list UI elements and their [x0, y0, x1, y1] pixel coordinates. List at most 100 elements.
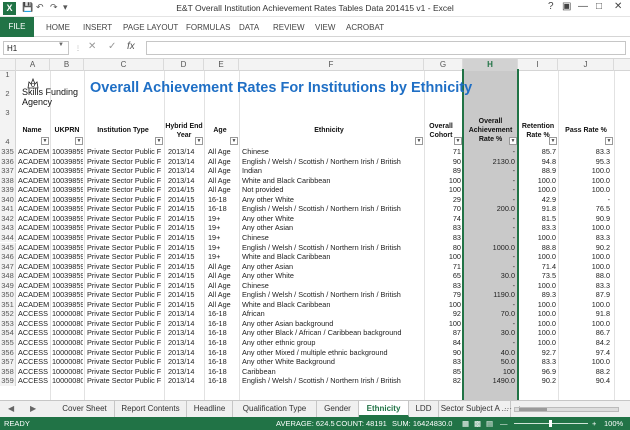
table-cell-ukprn[interactable]: 10039859 — [52, 166, 83, 175]
table-cell-cohort[interactable]: 82 — [424, 376, 461, 385]
row-header[interactable]: 356 — [0, 347, 16, 358]
row-header[interactable]: 4 — [0, 117, 16, 147]
table-cell-name[interactable]: ACCESS T — [18, 367, 49, 376]
table-cell-name[interactable]: ACADEM — [18, 281, 49, 290]
table-cell-year[interactable]: 2014/15 — [168, 271, 203, 280]
table-cell-eth[interactable]: English / Welsh / Scottish / Northern Ir… — [242, 290, 422, 299]
tab-formulas[interactable]: FORMULAS — [186, 23, 230, 32]
minimize-icon[interactable]: — — [578, 1, 588, 12]
table-cell-ret[interactable]: 71.4 — [518, 262, 556, 271]
sheet-tab-ethnicity[interactable]: Ethnicity — [359, 401, 409, 417]
table-cell-ret[interactable]: 81.5 — [518, 214, 556, 223]
table-cell-oar[interactable]: 50.0 — [463, 357, 515, 366]
tab-page-layout[interactable]: PAGE LAYOUT — [123, 23, 178, 32]
table-cell-pass[interactable]: 86.7 — [558, 328, 610, 337]
table-cell-eth[interactable]: Chinese — [242, 233, 422, 242]
table-cell-name[interactable]: ACADEM — [18, 262, 49, 271]
table-cell-oar[interactable]: - — [463, 338, 515, 347]
table-cell-ukprn[interactable]: 10039859 — [52, 185, 83, 194]
table-cell-oar[interactable]: - — [463, 300, 515, 309]
row-header[interactable]: 1 — [0, 71, 16, 79]
row-header[interactable]: 335 — [0, 147, 16, 157]
row-header[interactable]: 351 — [0, 299, 16, 310]
table-cell-cohort[interactable]: 74 — [424, 214, 461, 223]
table-cell-cohort[interactable]: 29 — [424, 195, 461, 204]
table-cell-pass[interactable]: 90.2 — [558, 243, 610, 252]
table-cell-oar[interactable]: 40.0 — [463, 348, 515, 357]
table-cell-name[interactable]: ACCESS T — [18, 376, 49, 385]
table-cell-cohort[interactable]: 80 — [424, 243, 461, 252]
table-cell-pass[interactable]: 95.3 — [558, 157, 610, 166]
table-cell-oar[interactable]: 70.0 — [463, 309, 515, 318]
table-cell-ret[interactable]: 91.8 — [518, 204, 556, 213]
table-cell-eth[interactable]: Chinese — [242, 281, 422, 290]
row-header[interactable]: 355 — [0, 338, 16, 348]
table-cell-pass[interactable]: 100.0 — [558, 176, 610, 185]
table-cell-pass[interactable]: 83.3 — [558, 281, 610, 290]
table-cell-age[interactable]: 16-18 — [208, 319, 238, 328]
worksheet-grid[interactable]: A B C D E F G H I J 1 2 3 4 Skills Fundi… — [0, 59, 630, 400]
table-cell-oar[interactable]: - — [463, 214, 515, 223]
table-cell-cohort[interactable]: 83 — [424, 223, 461, 232]
table-cell-pass[interactable]: 100.0 — [558, 300, 610, 309]
table-cell-ret[interactable]: 90.2 — [518, 376, 556, 385]
table-cell-cohort[interactable]: 87 — [424, 328, 461, 337]
table-cell-age[interactable]: All Age — [208, 157, 238, 166]
table-cell-ret[interactable]: 100.0 — [518, 176, 556, 185]
table-cell-ukprn[interactable]: 10000080 — [52, 348, 83, 357]
table-cell-pass[interactable]: 90.4 — [558, 376, 610, 385]
row-header[interactable]: 337 — [0, 166, 16, 176]
table-cell-year[interactable]: 2013/14 — [168, 176, 203, 185]
table-cell-cohort[interactable]: 83 — [424, 233, 461, 242]
table-cell-age[interactable]: 19+ — [208, 233, 238, 242]
table-cell-age[interactable]: All Age — [208, 166, 238, 175]
table-cell-type[interactable]: Private Sector Public F — [87, 252, 163, 261]
table-cell-ukprn[interactable]: 10039859 — [52, 204, 83, 213]
table-cell-year[interactable]: 2014/15 — [168, 195, 203, 204]
table-cell-cohort[interactable]: 90 — [424, 348, 461, 357]
table-cell-pass[interactable]: 100.0 — [558, 262, 610, 271]
row-header[interactable]: 336 — [0, 156, 16, 167]
insert-function-icon[interactable]: fx — [127, 41, 135, 52]
table-cell-ret[interactable]: 100.0 — [518, 328, 556, 337]
table-cell-type[interactable]: Private Sector Public F — [87, 290, 163, 299]
table-cell-name[interactable]: ACCESS T — [18, 328, 49, 337]
row-header[interactable]: 343 — [0, 223, 16, 233]
zoom-out-icon[interactable]: — — [500, 417, 508, 430]
table-cell-ukprn[interactable]: 10000080 — [52, 319, 83, 328]
table-cell-type[interactable]: Private Sector Public F — [87, 243, 163, 252]
table-cell-name[interactable]: ACADEM — [18, 271, 49, 280]
table-cell-year[interactable]: 2014/15 — [168, 204, 203, 213]
row-header[interactable]: 344 — [0, 232, 16, 243]
table-cell-cohort[interactable]: 71 — [424, 147, 461, 156]
table-cell-eth[interactable]: English / Welsh / Scottish / Northern Ir… — [242, 376, 422, 385]
row-header[interactable]: 357 — [0, 357, 16, 367]
table-cell-year[interactable]: 2013/14 — [168, 147, 203, 156]
table-cell-eth[interactable]: Any other White — [242, 195, 422, 204]
table-cell-pass[interactable]: 100.0 — [558, 252, 610, 261]
table-cell-ukprn[interactable]: 10000080 — [52, 309, 83, 318]
table-cell-name[interactable]: ACADEM — [18, 204, 49, 213]
table-cell-ret[interactable]: 89.3 — [518, 290, 556, 299]
tab-view[interactable]: VIEW — [315, 23, 335, 32]
column-header-g[interactable]: G — [424, 59, 463, 71]
table-cell-age[interactable]: 19+ — [208, 252, 238, 261]
table-cell-cohort[interactable]: 100 — [424, 185, 461, 194]
table-cell-oar[interactable]: 1490.0 — [463, 376, 515, 385]
table-cell-year[interactable]: 2014/15 — [168, 185, 203, 194]
help-icon[interactable]: ? — [548, 1, 554, 12]
table-cell-age[interactable]: All Age — [208, 290, 238, 299]
table-cell-type[interactable]: Private Sector Public F — [87, 348, 163, 357]
table-cell-year[interactable]: 2014/15 — [168, 290, 203, 299]
row-header[interactable]: 341 — [0, 204, 16, 214]
row-header[interactable]: 346 — [0, 252, 16, 262]
table-cell-oar[interactable]: 1190.0 — [463, 290, 515, 299]
table-cell-year[interactable]: 2014/15 — [168, 252, 203, 261]
tab-file[interactable]: FILE — [0, 17, 34, 37]
row-header[interactable]: 349 — [0, 280, 16, 291]
table-cell-ret[interactable]: 73.5 — [518, 271, 556, 280]
table-cell-name[interactable]: ACADEM — [18, 233, 49, 242]
table-cell-name[interactable]: ACADEM — [18, 243, 49, 252]
zoom-slider-thumb[interactable] — [549, 420, 552, 427]
table-cell-name[interactable]: ACCESS T — [18, 348, 49, 357]
